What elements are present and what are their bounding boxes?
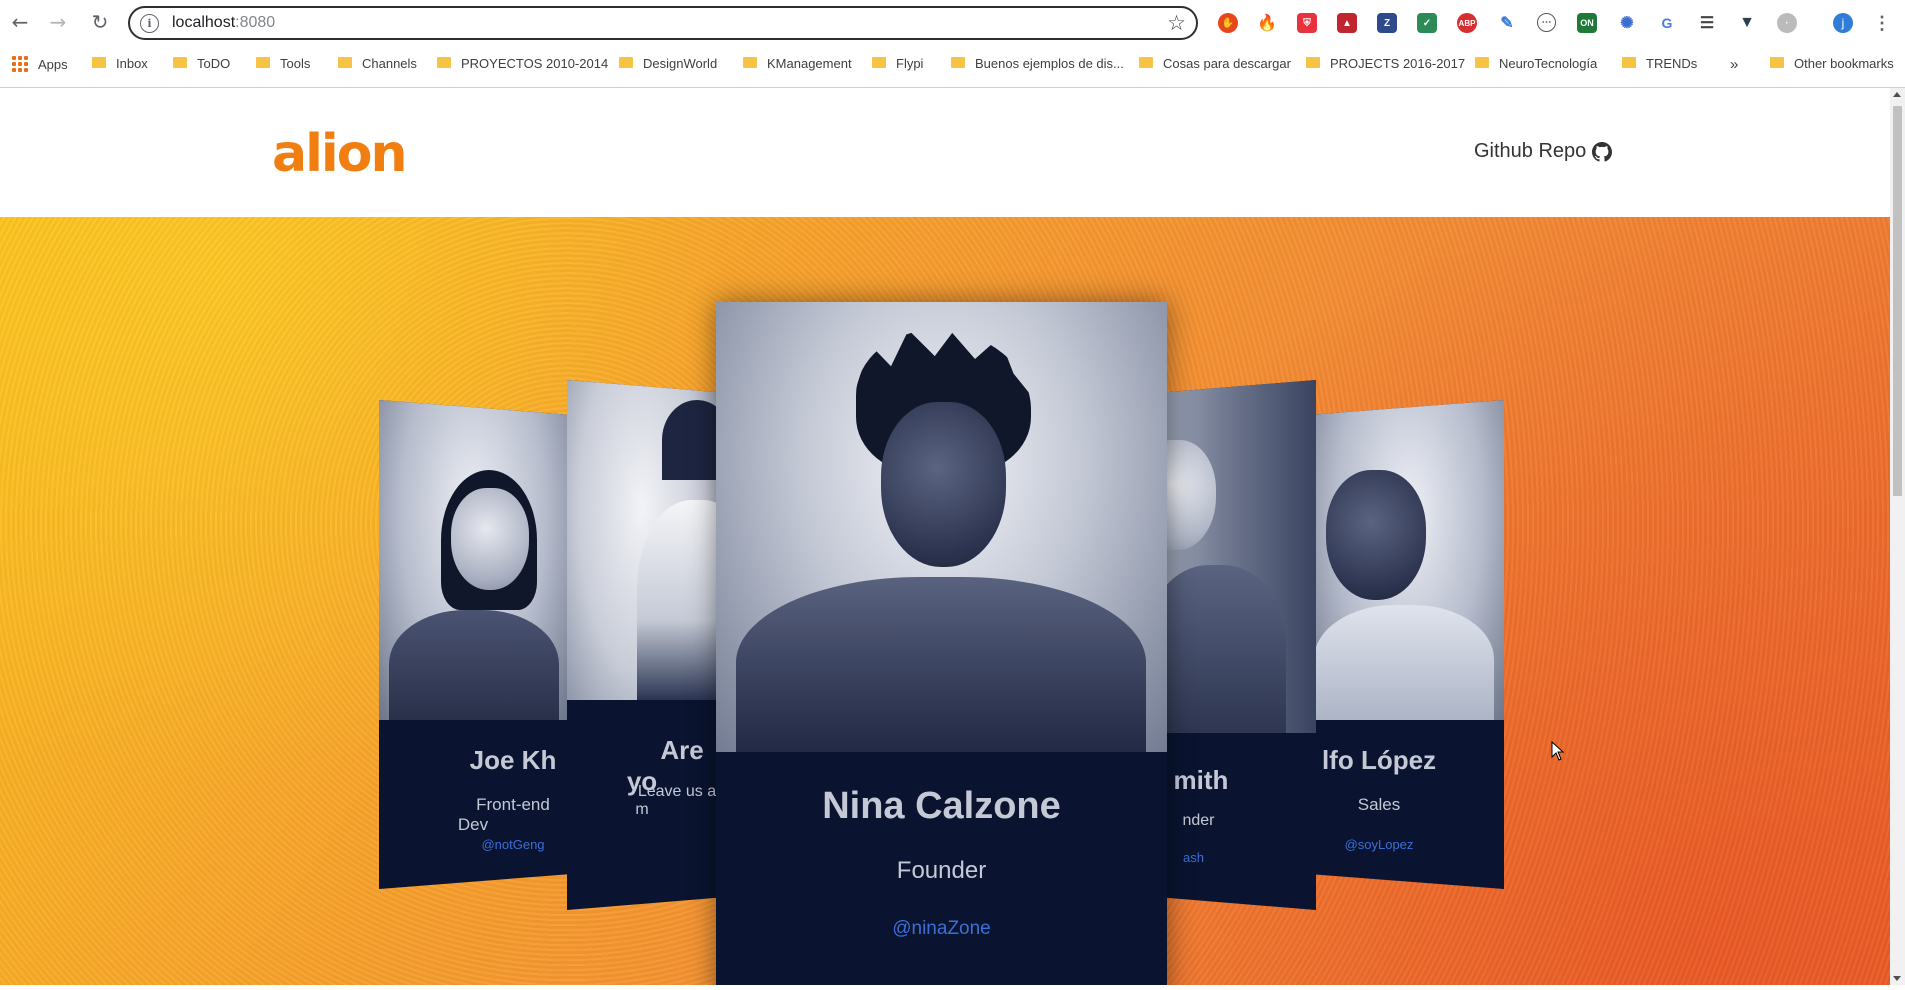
folder-icon (338, 57, 352, 68)
bookmark-folder[interactable]: Flypi (872, 56, 923, 71)
folder-icon (1306, 57, 1320, 68)
folder-icon (92, 57, 106, 68)
team-card[interactable]: mith nder ash (1166, 380, 1316, 910)
bookmark-folder[interactable]: PROJECTS 2016-2017 (1306, 56, 1465, 71)
team-card[interactable]: lfo López Sales @soyLopez (1314, 400, 1504, 889)
profile-avatar[interactable]: j (1833, 13, 1853, 33)
forward-icon[interactable]: → (44, 8, 72, 36)
bookmark-folder[interactable]: NeuroTecnología (1475, 56, 1597, 71)
bookmark-folder[interactable]: PROYECTOS 2010-2014 (437, 56, 608, 71)
member-handle[interactable]: @notGeng (379, 837, 567, 852)
member-role: nder (1182, 812, 1215, 829)
scroll-down-icon[interactable] (1893, 976, 1901, 981)
scroll-thumb[interactable] (1893, 106, 1902, 496)
team-card[interactable]: Joe Kh Front-end Dev @notGeng (379, 400, 567, 889)
member-photo (1314, 400, 1504, 720)
extension-pen-icon[interactable]: ✎ (1497, 13, 1517, 33)
bookmark-folder[interactable]: Buenos ejemplos de dis... (951, 56, 1124, 71)
folder-icon (1475, 57, 1489, 68)
bookmark-folder[interactable]: Cosas para descargar (1139, 56, 1291, 71)
extension-mask-icon[interactable]: ▲ (1337, 13, 1357, 33)
mouse-cursor-icon (1551, 741, 1565, 761)
bookmark-folder[interactable]: TRENDs (1622, 56, 1697, 71)
member-photo (379, 400, 567, 720)
bookmark-folder[interactable]: Tools (256, 56, 310, 71)
page-scrollbar[interactable] (1890, 88, 1905, 985)
extension-v-icon[interactable]: ▼ (1737, 13, 1757, 33)
member-role: Front-end Dev (457, 795, 550, 834)
back-icon[interactable]: ← (6, 8, 34, 36)
folder-icon (1622, 57, 1636, 68)
bookmarks-overflow-button[interactable]: » (1730, 56, 1738, 73)
bookmark-star-icon[interactable]: ☆ (1167, 11, 1186, 35)
folder-icon (173, 57, 187, 68)
bookmark-folder[interactable]: DesignWorld (619, 56, 717, 71)
extension-on-icon[interactable]: ON (1577, 13, 1597, 33)
extension-hand-icon[interactable]: ✋ (1218, 13, 1238, 33)
extension-list-icon[interactable]: ☰ (1697, 13, 1717, 33)
folder-icon (872, 57, 886, 68)
github-repo-link[interactable]: Github Repo (1474, 140, 1613, 163)
member-role: Sales (1357, 795, 1401, 814)
bookmarks-bar: Apps Inbox ToDO Tools Channels PROYECTOS… (0, 50, 1905, 80)
extension-globe-icon[interactable]: ✺ (1617, 13, 1637, 33)
member-name: mith (1173, 765, 1229, 795)
reload-icon[interactable]: ↻ (86, 8, 114, 36)
member-role: Leave us a m (635, 783, 717, 818)
member-photo (567, 380, 717, 700)
bookmark-other[interactable]: Other bookmarks (1770, 56, 1894, 71)
extension-code-icon[interactable]: ⋯ (1537, 13, 1556, 32)
github-link-label: Github Repo (1474, 140, 1587, 162)
member-handle[interactable]: @soyLopez (1314, 837, 1504, 852)
extension-shield-icon[interactable]: ⛨ (1297, 13, 1317, 33)
folder-icon (1139, 57, 1153, 68)
bookmark-folder[interactable]: ToDO (173, 56, 230, 71)
scroll-up-icon[interactable] (1893, 92, 1901, 97)
member-photo (716, 302, 1167, 752)
extension-gray-icon[interactable]: · (1777, 13, 1797, 33)
member-name: Nina Calzone (822, 785, 1061, 827)
folder-icon (437, 57, 451, 68)
member-name: Joe Kh (469, 745, 557, 775)
member-photo (1166, 380, 1316, 733)
team-card-active[interactable]: Nina Calzone Founder @ninaZone (716, 302, 1167, 985)
folder-icon (951, 57, 965, 68)
member-name: lfo López (1321, 745, 1437, 775)
bookmark-apps[interactable]: Apps (12, 56, 68, 72)
member-role: Founder (896, 857, 987, 884)
member-handle[interactable]: ash (1166, 850, 1316, 865)
bookmark-folder[interactable]: KManagement (743, 56, 852, 71)
extension-z-icon[interactable]: Z (1377, 13, 1397, 33)
bookmark-folder[interactable]: Channels (338, 56, 417, 71)
team-card[interactable]: Are yo Leave us a m (567, 380, 717, 910)
address-bar[interactable]: i localhost:8080 ☆ (128, 6, 1198, 40)
site-info-icon[interactable]: i (140, 14, 159, 33)
hero-section: Joe Kh Front-end Dev @notGeng lfo López … (0, 217, 1890, 985)
apps-grid-icon (12, 56, 28, 72)
site-header: alion Github Repo (0, 88, 1890, 217)
extension-fire-icon[interactable]: 🔥 (1257, 13, 1277, 33)
logo[interactable]: alion (272, 128, 407, 180)
extension-check-shield-icon[interactable]: ✓ (1417, 13, 1437, 33)
translate-icon[interactable]: G (1657, 13, 1677, 33)
folder-icon (619, 57, 633, 68)
browser-chrome: ← → ↻ i localhost:8080 ☆ ✋ 🔥 ⛨ ▲ Z ✓ ABP… (0, 0, 1905, 88)
folder-icon (256, 57, 270, 68)
github-icon (1592, 141, 1613, 162)
bookmark-folder[interactable]: Inbox (92, 56, 148, 71)
browser-menu-icon[interactable]: ⋮ (1872, 13, 1892, 33)
adblock-icon[interactable]: ABP (1457, 13, 1477, 33)
folder-icon (743, 57, 757, 68)
member-handle[interactable]: @ninaZone (716, 918, 1167, 940)
folder-icon (1770, 57, 1784, 68)
url-text[interactable]: localhost:8080 (172, 14, 275, 32)
